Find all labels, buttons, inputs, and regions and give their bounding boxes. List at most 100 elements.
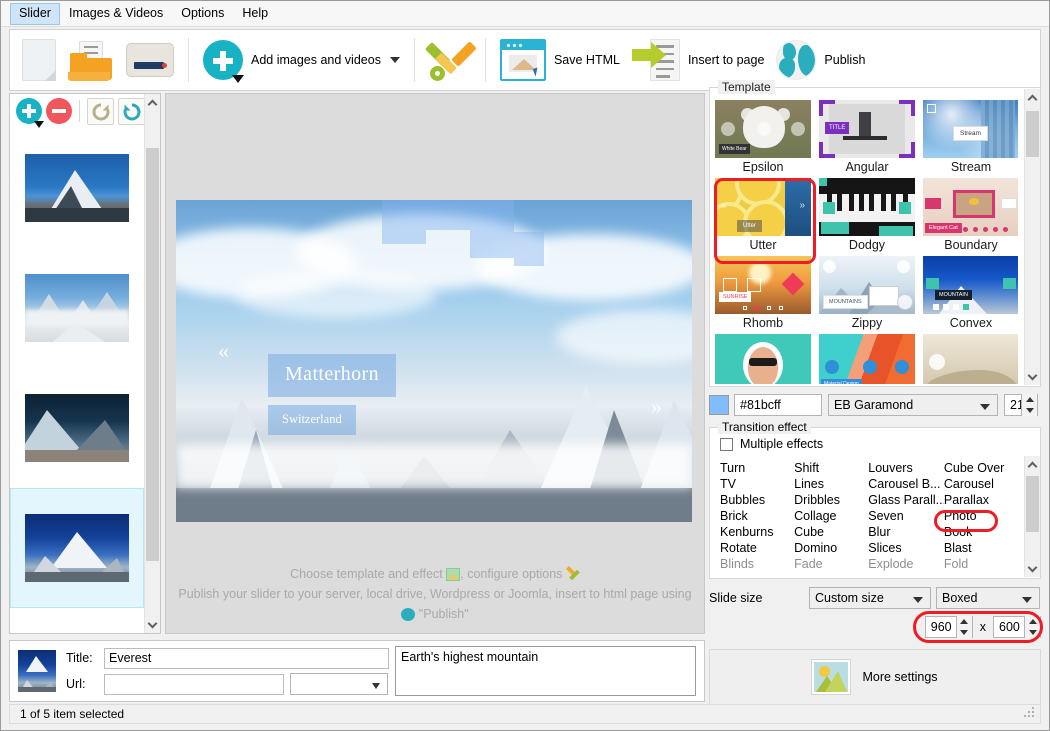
template-item-convex[interactable]: MOUNTAIN Convex bbox=[923, 256, 1018, 334]
open-project-button[interactable] bbox=[62, 32, 120, 88]
menu-item-slider[interactable]: Slider bbox=[10, 2, 60, 25]
effect-item[interactable]: Bubbles bbox=[720, 492, 794, 508]
slide-height-stepper[interactable]: 600 bbox=[993, 616, 1041, 638]
effect-item[interactable]: Glass Parall... bbox=[868, 492, 944, 508]
list-item[interactable] bbox=[10, 128, 144, 248]
more-settings-button[interactable]: More settings bbox=[709, 649, 1041, 705]
slide-width-stepper[interactable]: 960 bbox=[924, 616, 973, 638]
next-slide-arrow[interactable]: » bbox=[651, 396, 662, 418]
scroll-up-button[interactable] bbox=[145, 94, 160, 111]
effect-item[interactable]: Brick bbox=[720, 508, 794, 524]
template-item-sepia[interactable] bbox=[923, 334, 1018, 384]
stepper-down[interactable] bbox=[1022, 405, 1037, 416]
add-slide-button[interactable] bbox=[16, 98, 44, 128]
menu-item-options[interactable]: Options bbox=[172, 3, 233, 25]
template-item-boundary[interactable]: Elegant Cat Boundary bbox=[923, 178, 1018, 256]
effect-item[interactable]: Carousel bbox=[944, 476, 1018, 492]
template-item-epsilon[interactable]: White Bear Epsilon bbox=[715, 100, 811, 178]
template-item-rhomb[interactable]: SUNRISE Rhomb bbox=[715, 256, 811, 334]
effect-item[interactable]: TV bbox=[720, 476, 794, 492]
chevron-down-icon[interactable] bbox=[389, 57, 400, 63]
effect-item-parallax[interactable]: Parallax bbox=[944, 492, 1018, 508]
effect-item[interactable]: Blinds bbox=[720, 556, 794, 572]
caption-color-input[interactable]: #81bcff bbox=[734, 394, 822, 416]
template-grid[interactable]: White Bear Epsilon TITLE Angular Stream … bbox=[715, 100, 1018, 384]
effect-item[interactable]: Blur bbox=[868, 524, 944, 540]
template-item-angular[interactable]: TITLE Angular bbox=[819, 100, 915, 178]
template-scroll-up[interactable] bbox=[1025, 89, 1040, 106]
effect-item[interactable]: Turn bbox=[720, 460, 794, 476]
stepper-buttons[interactable] bbox=[1024, 616, 1040, 638]
effect-item[interactable]: Lines bbox=[794, 476, 868, 492]
slide-list-scrollbar[interactable] bbox=[144, 94, 160, 633]
template-item-dodgy[interactable]: Dodgy bbox=[819, 178, 915, 256]
stepper-up[interactable] bbox=[1025, 616, 1040, 627]
template-item-zippy[interactable]: MOUNTAINS Zippy bbox=[819, 256, 915, 334]
scrollbar-thumb[interactable] bbox=[1026, 111, 1039, 157]
list-item[interactable] bbox=[10, 248, 144, 368]
caption-font-size-stepper[interactable]: 21 bbox=[1004, 394, 1038, 416]
title-input[interactable]: Everest bbox=[104, 647, 389, 669]
effect-item[interactable]: Louvers bbox=[868, 460, 944, 476]
stepper-up[interactable] bbox=[1022, 394, 1037, 405]
template-item-stream[interactable]: Stream Stream bbox=[923, 100, 1018, 178]
effect-item[interactable]: Explode bbox=[868, 556, 944, 572]
effect-item[interactable]: Book bbox=[944, 524, 1018, 540]
transition-scroll-down[interactable] bbox=[1025, 560, 1040, 577]
effect-item[interactable]: Seven bbox=[868, 508, 944, 524]
template-item-girl[interactable] bbox=[715, 334, 811, 384]
slide-layout-select[interactable]: Boxed bbox=[936, 587, 1040, 609]
stepper-up[interactable] bbox=[957, 616, 972, 627]
effect-item[interactable]: Cube Over bbox=[944, 460, 1018, 476]
effect-item[interactable]: Photo bbox=[944, 508, 1018, 524]
save-html-button[interactable]: Save HTML bbox=[494, 32, 626, 88]
template-scrollbar[interactable] bbox=[1024, 89, 1040, 385]
list-item[interactable] bbox=[10, 368, 144, 488]
template-item-material[interactable]: Material Design bbox=[819, 334, 915, 384]
caption-font-select[interactable]: EB Garamond bbox=[828, 394, 998, 416]
prev-slide-arrow[interactable]: « bbox=[218, 340, 229, 362]
effect-item[interactable]: Fold bbox=[944, 556, 1018, 572]
rotate-left-button[interactable] bbox=[87, 97, 114, 125]
transition-effect-list[interactable]: Turn Shift Louvers Cube Over TV Lines Ca… bbox=[720, 460, 1018, 576]
menu-item-help[interactable]: Help bbox=[233, 3, 277, 25]
scrollbar-thumb[interactable] bbox=[1026, 476, 1039, 532]
stepper-buttons[interactable] bbox=[955, 616, 972, 638]
template-item-utter[interactable]: « » Utter Utter bbox=[715, 178, 811, 256]
resize-grip[interactable] bbox=[1024, 707, 1036, 719]
effect-item[interactable]: Domino bbox=[794, 540, 868, 556]
stepper-down[interactable] bbox=[1025, 627, 1040, 638]
description-textarea[interactable]: Earth's highest mountain bbox=[395, 646, 696, 696]
effect-item[interactable]: Rotate bbox=[720, 540, 794, 556]
save-project-button[interactable] bbox=[120, 32, 180, 88]
effect-item[interactable]: Cube bbox=[794, 524, 868, 540]
effect-item[interactable]: Fade bbox=[794, 556, 868, 572]
scroll-down-button[interactable] bbox=[145, 616, 160, 633]
stepper-down[interactable] bbox=[957, 627, 972, 638]
url-input[interactable] bbox=[104, 673, 284, 695]
add-images-and-videos-button[interactable]: Add images and videos bbox=[197, 32, 406, 88]
multiple-effects-row[interactable]: Multiple effects bbox=[720, 437, 823, 451]
effect-item[interactable]: Carousel B... bbox=[868, 476, 944, 492]
publish-button[interactable]: Publish bbox=[770, 32, 871, 88]
url-target-select[interactable] bbox=[290, 673, 388, 695]
effect-item[interactable]: Dribbles bbox=[794, 492, 868, 508]
menu-item-images-videos[interactable]: Images & Videos bbox=[60, 3, 172, 25]
transition-scroll-up[interactable] bbox=[1025, 456, 1040, 473]
remove-slide-button[interactable] bbox=[46, 98, 72, 124]
effect-item[interactable]: Blast bbox=[944, 540, 1018, 556]
effect-item[interactable]: Slices bbox=[868, 540, 944, 556]
options-button[interactable] bbox=[423, 32, 477, 88]
effect-item[interactable]: Kenburns bbox=[720, 524, 794, 540]
multiple-effects-checkbox[interactable] bbox=[720, 437, 733, 451]
list-item[interactable] bbox=[10, 488, 144, 608]
scrollbar-thumb[interactable] bbox=[146, 148, 159, 561]
effect-item[interactable]: Shift bbox=[794, 460, 868, 476]
slide-preview-stage[interactable]: « » Matterhorn Switzerland bbox=[176, 200, 692, 522]
rotate-right-button[interactable] bbox=[118, 97, 145, 125]
caption-color-swatch[interactable] bbox=[709, 395, 729, 415]
template-scroll-down[interactable] bbox=[1025, 368, 1040, 385]
new-project-button[interactable] bbox=[16, 32, 62, 88]
effect-item[interactable]: Collage bbox=[794, 508, 868, 524]
stepper-buttons[interactable] bbox=[1021, 394, 1037, 416]
